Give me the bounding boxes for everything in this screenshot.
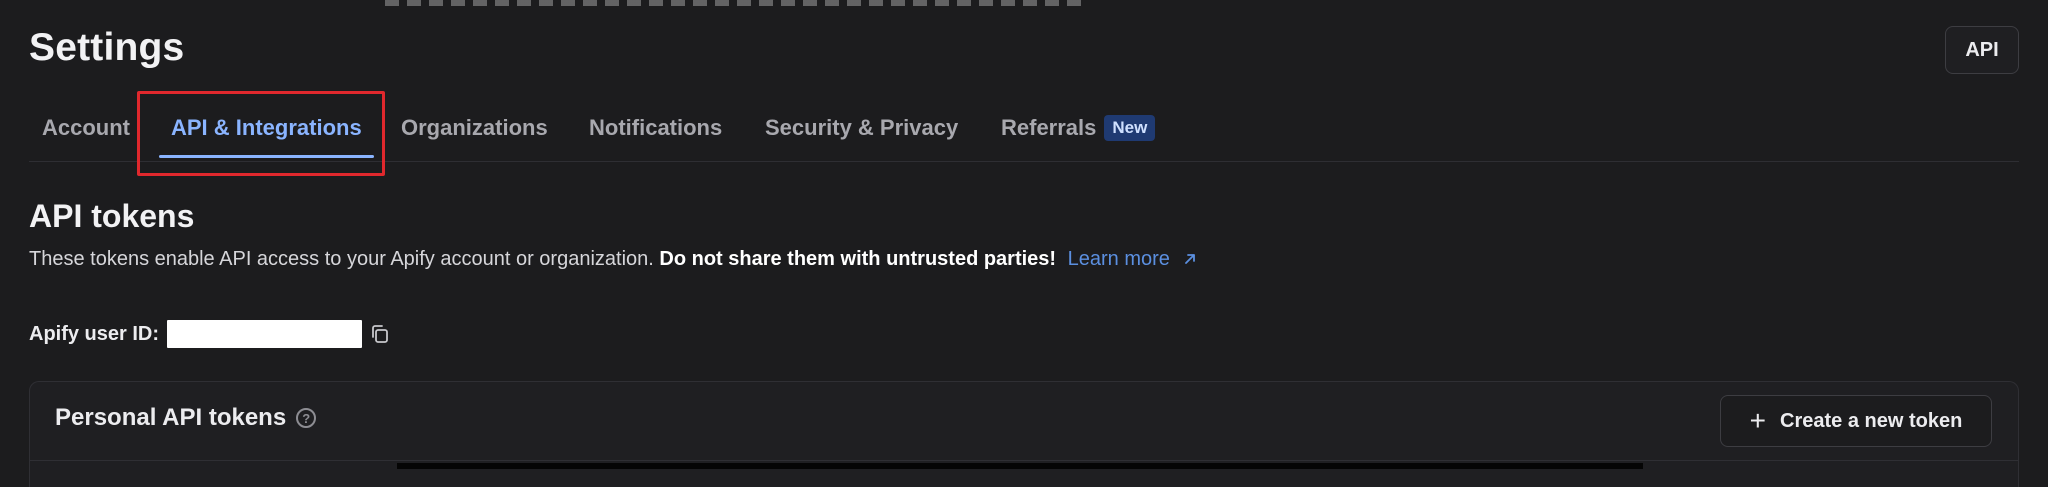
warning-text: Do not share them with untrusted parties… [659, 248, 1057, 270]
api-tokens-description: These tokens enable API access to your A… [29, 248, 1198, 271]
tab-organizations[interactable]: Organizations [401, 95, 548, 161]
tab-label: Organizations [401, 115, 548, 140]
learn-more-label: Learn more [1067, 248, 1170, 270]
learn-more-link[interactable]: Learn more [1068, 248, 1198, 270]
api-button[interactable]: API [1945, 26, 2019, 74]
panel-divider [30, 460, 2018, 461]
user-id-label: Apify user ID: [29, 322, 160, 345]
tab-referrals[interactable]: Referrals New [1001, 95, 1156, 161]
tab-security-privacy[interactable]: Security & Privacy [765, 95, 958, 161]
copy-icon[interactable] [368, 322, 392, 346]
plus-icon: + [1749, 405, 1767, 436]
description-text: These tokens enable API access to your A… [29, 248, 654, 270]
tab-notifications[interactable]: Notifications [589, 95, 722, 161]
tab-label: Notifications [589, 115, 723, 140]
tab-account[interactable]: Account [42, 95, 130, 161]
personal-api-tokens-panel: Personal API tokens ? + Create a new tok… [29, 381, 2019, 487]
panel-title: Personal API tokens ? [55, 404, 317, 432]
top-text-artifact [385, 0, 1085, 6]
annotation-highlight-box [137, 91, 385, 176]
api-tokens-heading: API tokens [29, 198, 195, 234]
create-token-label: Create a new token [1780, 409, 1963, 432]
tab-label: Security & Privacy [765, 115, 959, 140]
bottom-overlay-bar [397, 463, 1643, 469]
settings-page: Settings API Account API & Integrations … [0, 0, 2048, 487]
tab-label: Referrals [1001, 115, 1097, 140]
create-new-token-button[interactable]: + Create a new token [1720, 395, 1992, 447]
user-id-value-redacted [167, 320, 363, 348]
help-circle-icon[interactable]: ? [296, 408, 317, 428]
tab-label: Account [42, 115, 130, 140]
new-badge: New [1104, 115, 1156, 141]
user-id-row: Apify user ID: [29, 318, 392, 350]
external-link-icon [1182, 249, 1198, 270]
page-title: Settings [29, 26, 185, 69]
personal-tokens-heading: Personal API tokens [55, 404, 287, 431]
